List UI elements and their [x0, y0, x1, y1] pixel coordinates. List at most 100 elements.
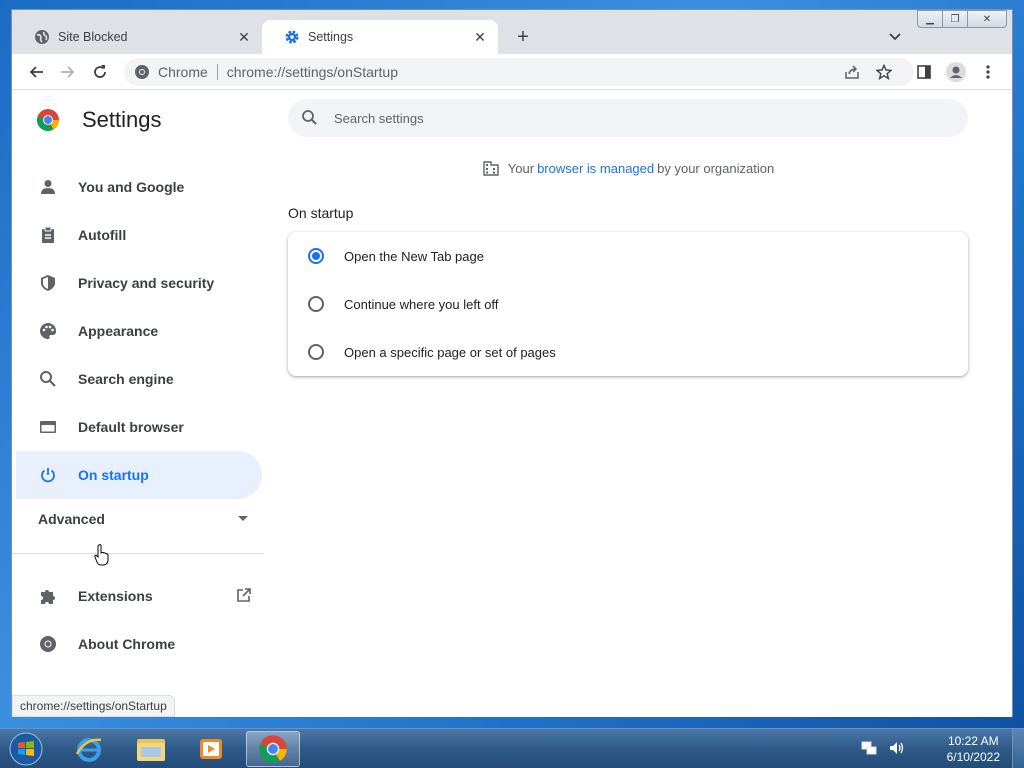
sidebar-item-label: You and Google	[78, 179, 185, 195]
taskbar-internet-explorer[interactable]	[62, 731, 116, 767]
option-label: Continue where you left off	[344, 296, 499, 312]
managed-notice: Your browser is managed by your organiza…	[288, 159, 968, 177]
status-bubble: chrome://settings/onStartup	[12, 695, 175, 717]
sidebar-item-you-and-google[interactable]: You and Google	[16, 163, 262, 211]
reload-icon	[94, 65, 106, 78]
settings-page: Settings You and Google Autofill Privacy…	[12, 91, 1012, 717]
internet-explorer-icon	[75, 738, 102, 762]
managed-link[interactable]: browser is managed	[537, 161, 654, 176]
building-icon	[483, 161, 499, 176]
search-icon	[38, 369, 58, 389]
sidebar-item-default-browser[interactable]: Default browser	[16, 403, 262, 451]
back-button[interactable]	[24, 60, 48, 84]
star-icon	[876, 64, 892, 80]
taskbar-file-explorer[interactable]	[124, 731, 178, 767]
new-tab-button[interactable]: +	[512, 26, 534, 48]
taskbar-media-player[interactable]	[184, 731, 238, 767]
sidebar-item-label: About Chrome	[78, 636, 176, 652]
close-window-button[interactable]: ✕	[967, 10, 1007, 28]
show-desktop-button[interactable]	[1012, 729, 1024, 768]
startup-options-card: Open the New Tab page Continue where you…	[288, 232, 968, 376]
network-icon[interactable]	[860, 739, 878, 757]
tab-search-chevron-icon[interactable]	[885, 27, 905, 47]
omnibox-separator	[216, 64, 218, 80]
side-panel-button[interactable]	[912, 60, 936, 84]
tab-title: Settings	[308, 30, 354, 44]
sidebar-item-privacy[interactable]: Privacy and security	[16, 259, 262, 307]
minimize-button[interactable]: ▁	[917, 10, 943, 28]
volume-icon[interactable]	[888, 739, 906, 757]
share-icon	[845, 65, 859, 79]
sidebar-item-about-chrome[interactable]: About Chrome	[16, 620, 262, 668]
option-label: Open the New Tab page	[344, 248, 484, 264]
settings-brand: Settings	[36, 107, 162, 133]
tab-title: Site Blocked	[58, 30, 128, 44]
startup-option-continue[interactable]: Continue where you left off	[308, 280, 498, 328]
sidebar-item-appearance[interactable]: Appearance	[16, 307, 262, 355]
tab-strip: Site Blocked ✕ Settings ✕ + ▁ ❐ ✕	[12, 10, 1012, 54]
windows-logo-icon	[9, 732, 43, 766]
avatar-icon	[946, 62, 966, 82]
hand-cursor-icon	[94, 544, 109, 566]
chrome-window: Site Blocked ✕ Settings ✕ + ▁ ❐ ✕ Chrome…	[11, 9, 1013, 717]
radio-button[interactable]	[308, 248, 324, 264]
back-arrow-icon	[29, 66, 43, 78]
startup-option-specific-pages[interactable]: Open a specific page or set of pages	[308, 328, 556, 376]
start-button[interactable]	[6, 731, 46, 767]
taskbar-clock[interactable]: 10:22 AM 6/10/2022	[947, 733, 1000, 765]
advanced-label: Advanced	[38, 511, 105, 527]
radio-button[interactable]	[308, 344, 324, 360]
taskbar-chrome[interactable]	[246, 731, 300, 767]
settings-sidebar: Settings You and Google Autofill Privacy…	[12, 91, 268, 717]
sidebar-item-search-engine[interactable]: Search engine	[16, 355, 262, 403]
menu-button[interactable]	[976, 60, 1000, 84]
chrome-icon	[135, 65, 149, 79]
sidebar-item-label: Appearance	[78, 323, 159, 339]
url-text[interactable]: chrome://settings/onStartup	[227, 64, 398, 80]
sidebar-item-label: Default browser	[78, 419, 184, 435]
close-tab-icon[interactable]: ✕	[472, 29, 488, 45]
managed-prefix: Your	[507, 160, 535, 176]
option-label: Open a specific page or set of pages	[344, 344, 556, 360]
sidebar-item-label: Search engine	[78, 371, 174, 387]
sidebar-item-on-startup[interactable]: On startup	[16, 451, 262, 499]
sidebar-item-extensions[interactable]: Extensions	[16, 572, 262, 620]
chrome-logo-icon	[37, 109, 59, 131]
settings-search[interactable]	[288, 99, 968, 137]
media-player-icon	[200, 739, 222, 759]
bookmark-button[interactable]	[872, 60, 896, 84]
browser-toolbar: Chrome chrome://settings/onStartup	[12, 54, 1012, 90]
sidebar-item-autofill[interactable]: Autofill	[16, 211, 262, 259]
kebab-menu-icon	[986, 65, 990, 79]
site-info[interactable]: Chrome	[134, 64, 208, 80]
clock-date: 6/10/2022	[946, 750, 1000, 764]
reload-button[interactable]	[88, 60, 112, 84]
maximize-button[interactable]: ❐	[942, 10, 968, 28]
sidebar-item-label: Autofill	[78, 227, 127, 243]
search-icon	[302, 110, 317, 125]
radio-button[interactable]	[308, 296, 324, 312]
search-input[interactable]	[334, 110, 934, 126]
clock-time: 10:22 AM	[947, 734, 999, 748]
shield-icon	[38, 273, 58, 293]
startup-option-new-tab[interactable]: Open the New Tab page	[308, 232, 484, 280]
advanced-toggle[interactable]: Advanced	[38, 511, 248, 527]
file-explorer-icon	[137, 739, 165, 761]
profile-button[interactable]	[944, 60, 968, 84]
tab-site-blocked[interactable]: Site Blocked ✕	[12, 20, 262, 54]
sidebar-item-label: Privacy and security	[78, 275, 215, 291]
clipboard-icon	[38, 225, 58, 245]
sidebar-divider	[12, 553, 264, 554]
power-icon	[38, 465, 58, 485]
share-button[interactable]	[840, 60, 864, 84]
tab-settings[interactable]: Settings ✕	[262, 20, 498, 54]
close-tab-icon[interactable]: ✕	[236, 29, 252, 45]
dropdown-arrow-icon	[238, 516, 248, 521]
forward-button[interactable]	[56, 60, 80, 84]
taskbar: 10:22 AM 6/10/2022	[0, 728, 1024, 768]
sidebar-item-label: On startup	[78, 467, 149, 483]
address-bar[interactable]: Chrome chrome://settings/onStartup	[124, 58, 914, 86]
puzzle-icon	[38, 586, 58, 606]
managed-suffix: by your organization	[657, 160, 775, 176]
person-icon	[38, 177, 58, 197]
